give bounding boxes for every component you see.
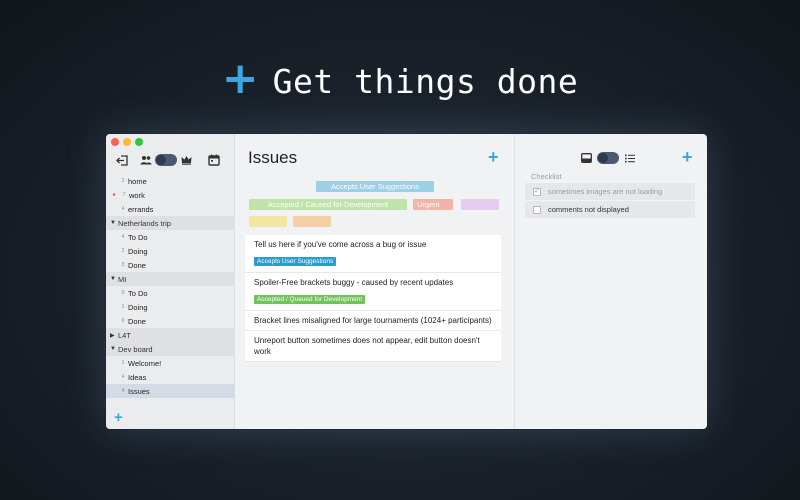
group-label: MI bbox=[118, 274, 127, 284]
item-label: Doing bbox=[128, 246, 148, 256]
item-label: work bbox=[129, 190, 145, 200]
card-title: Unreport button sometimes does not appea… bbox=[254, 336, 480, 356]
card[interactable]: Unreport button sometimes does not appea… bbox=[245, 331, 501, 362]
list-item-home[interactable]: 2 home bbox=[106, 174, 235, 188]
close-window-button[interactable] bbox=[111, 138, 119, 146]
page-title: Issues bbox=[248, 148, 298, 167]
item-label: errands bbox=[128, 204, 154, 214]
item-count: 4 bbox=[121, 206, 125, 212]
hero-heading: + Get things done bbox=[0, 53, 800, 104]
detail-toolbar bbox=[579, 151, 637, 165]
item-count: 2 bbox=[121, 248, 125, 254]
filter-tag[interactable]: Accepted / Caused for Development bbox=[249, 199, 407, 210]
item-label: Done bbox=[128, 316, 146, 326]
item-count: 0 bbox=[121, 318, 125, 324]
app-window: 2 home ● 7 work 4 errands ▼ Netherlands … bbox=[106, 134, 707, 429]
group-label: Netherlands trip bbox=[118, 218, 171, 228]
chevron-down-icon[interactable]: ▼ bbox=[110, 346, 118, 352]
calendar-icon[interactable] bbox=[207, 153, 221, 167]
group-label: Dev board bbox=[118, 344, 153, 354]
minimize-window-button[interactable] bbox=[123, 138, 131, 146]
item-count: 7 bbox=[122, 192, 126, 198]
list-item-doing[interactable]: 1 Doing bbox=[106, 300, 235, 314]
card[interactable]: Bracket lines misaligned for large tourn… bbox=[245, 311, 501, 331]
filter-tag[interactable] bbox=[249, 216, 287, 227]
item-label: Done bbox=[128, 260, 146, 270]
people-icon[interactable] bbox=[139, 153, 153, 167]
zoom-window-button[interactable] bbox=[135, 138, 143, 146]
group-netherlands-trip[interactable]: ▼ Netherlands trip bbox=[106, 216, 235, 230]
sidebar: 2 home ● 7 work 4 errands ▼ Netherlands … bbox=[106, 134, 235, 429]
inbox-icon[interactable] bbox=[579, 151, 593, 165]
item-label: Ideas bbox=[128, 372, 147, 382]
logout-icon[interactable] bbox=[115, 153, 129, 167]
checklist-label: Checklist bbox=[531, 172, 562, 181]
alert-dot-icon: ● bbox=[112, 192, 116, 198]
chevron-right-icon[interactable]: ▶ bbox=[110, 332, 118, 339]
add-board-button[interactable]: + bbox=[114, 410, 123, 425]
list-item-todo[interactable]: 4 To Do bbox=[106, 230, 235, 244]
add-card-button[interactable]: + bbox=[488, 148, 499, 166]
checklist-item-label: comments not displayed bbox=[548, 205, 629, 214]
list-item-doing[interactable]: 2 Doing bbox=[106, 244, 235, 258]
item-count: 0 bbox=[121, 290, 125, 296]
detail-panel: + Checklist sometimes images are not loa… bbox=[514, 134, 707, 429]
filter-tag[interactable] bbox=[461, 199, 499, 210]
chevron-down-icon[interactable]: ▼ bbox=[110, 276, 118, 282]
card[interactable]: Spoiler-Free brackets buggy - caused by … bbox=[245, 273, 501, 311]
window-controls bbox=[111, 138, 143, 146]
item-label: Issues bbox=[128, 386, 150, 396]
crown-icon[interactable] bbox=[179, 153, 193, 167]
view-toggle[interactable] bbox=[155, 154, 177, 166]
add-checklist-item-button[interactable]: + bbox=[682, 148, 693, 166]
detail-view-toggle[interactable] bbox=[597, 152, 619, 164]
card-label: Accepts User Suggestions bbox=[254, 257, 337, 266]
item-count: 2 bbox=[121, 178, 125, 184]
card[interactable]: Tell us here if you've come across a bug… bbox=[245, 235, 501, 273]
list-item-todo[interactable]: 0 To Do bbox=[106, 286, 235, 300]
hero-title: Get things done bbox=[272, 61, 579, 101]
item-label: To Do bbox=[128, 232, 148, 242]
list-item-issues[interactable]: 4 Issues bbox=[106, 384, 235, 398]
item-label: To Do bbox=[128, 288, 148, 298]
plus-icon: + bbox=[221, 53, 259, 104]
list-item-ideas[interactable]: 4 Ideas bbox=[106, 370, 235, 384]
item-count: 3 bbox=[121, 262, 125, 268]
card-title: Bracket lines misaligned for large tourn… bbox=[254, 316, 492, 325]
item-count: 4 bbox=[121, 234, 125, 240]
list-item-errands[interactable]: 4 errands bbox=[106, 202, 235, 216]
list-item-welcome[interactable]: 1 Welcome! bbox=[106, 356, 235, 370]
list-icon[interactable] bbox=[623, 151, 637, 165]
list-item-done[interactable]: 0 Done bbox=[106, 314, 235, 328]
list-item-done[interactable]: 3 Done bbox=[106, 258, 235, 272]
group-label: L4T bbox=[118, 330, 131, 340]
card-title: Spoiler-Free brackets buggy - caused by … bbox=[254, 278, 454, 287]
card-title: Tell us here if you've come across a bug… bbox=[254, 240, 427, 249]
filter-tag[interactable] bbox=[293, 216, 331, 227]
item-label: Welcome! bbox=[128, 358, 162, 368]
item-count: 1 bbox=[121, 304, 125, 310]
item-count: 4 bbox=[121, 388, 125, 394]
checklist-item-label: sometimes images are not loading bbox=[548, 187, 663, 196]
group-l4t[interactable]: ▶ L4T bbox=[106, 328, 235, 342]
list-item-work[interactable]: ● 7 work bbox=[106, 188, 235, 202]
card-label: Accepted / Queued for Development bbox=[254, 295, 366, 304]
checklist-item[interactable]: comments not displayed bbox=[525, 201, 695, 218]
checkbox[interactable] bbox=[533, 205, 541, 214]
filter-tag[interactable]: Accepts User Suggestions bbox=[316, 181, 434, 192]
item-count: 1 bbox=[121, 360, 125, 366]
checkbox[interactable] bbox=[533, 187, 541, 196]
item-label: Doing bbox=[128, 302, 148, 312]
main-column: Issues + Accepts User Suggestions Accept… bbox=[236, 134, 514, 429]
item-count: 4 bbox=[121, 374, 125, 380]
sidebar-toolbar bbox=[106, 150, 235, 170]
group-dev-board[interactable]: ▼ Dev board bbox=[106, 342, 235, 356]
board-list: 2 home ● 7 work 4 errands ▼ Netherlands … bbox=[106, 174, 235, 406]
checklist-item[interactable]: sometimes images are not loading bbox=[525, 183, 695, 200]
chevron-down-icon[interactable]: ▼ bbox=[110, 220, 118, 226]
filter-tag[interactable]: Urgent bbox=[413, 199, 453, 210]
item-label: home bbox=[128, 176, 147, 186]
card-list: Tell us here if you've come across a bug… bbox=[245, 235, 501, 362]
group-mi[interactable]: ▼ MI bbox=[106, 272, 235, 286]
